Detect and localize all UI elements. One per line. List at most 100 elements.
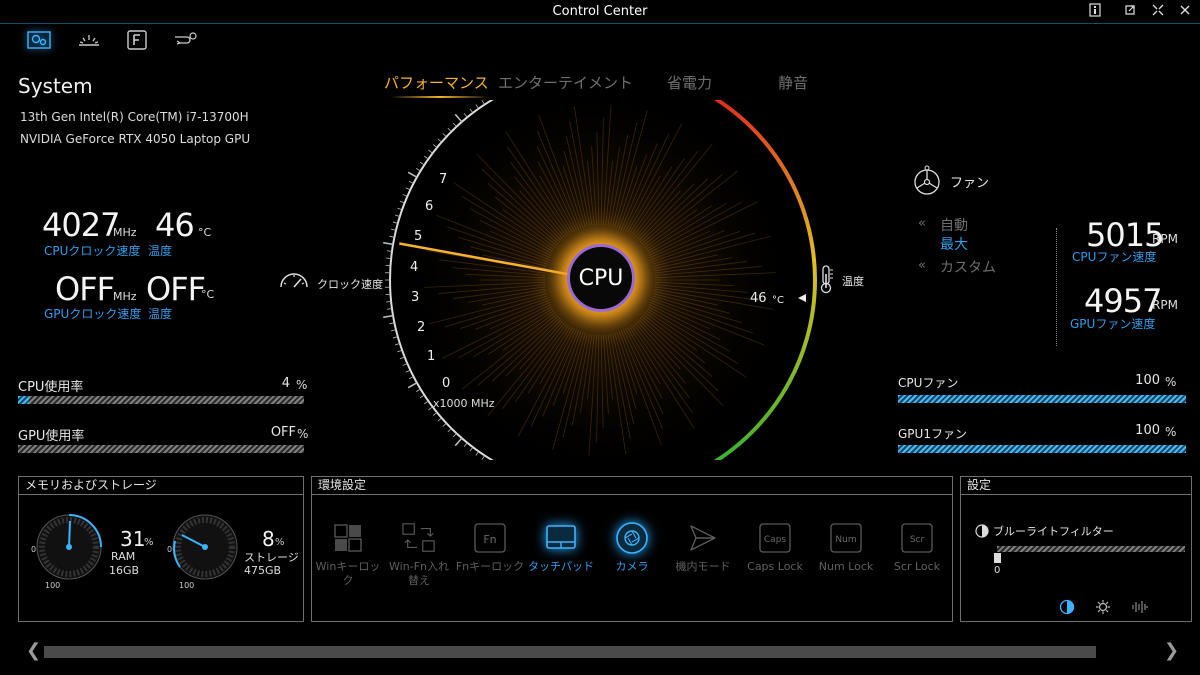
- memory-storage-title: メモリおよびストレージ: [19, 477, 303, 495]
- gpu-clock-label: GPUクロック速度: [44, 307, 142, 321]
- clock-scale-tick: [442, 133, 447, 138]
- clock-scale-tick: [475, 451, 480, 456]
- clock-scale-tick: [383, 241, 394, 246]
- support-tools-icon[interactable]: [172, 28, 198, 52]
- function-key-icon[interactable]: [124, 28, 150, 52]
- tick-label-1: 1: [427, 349, 436, 364]
- info-icon[interactable]: [1086, 3, 1104, 19]
- caps-keycap-text: Caps: [764, 535, 787, 545]
- clock-scale-tick: [481, 100, 485, 105]
- bluelight-filter-icon: [975, 523, 989, 542]
- storage-dial-min: 0: [167, 545, 173, 554]
- clock-scale-tick: [428, 406, 433, 411]
- fan-option-custom[interactable]: カスタム: [940, 257, 996, 277]
- fn-key-icon: Fn: [473, 522, 507, 554]
- win-fn-swap-toggle[interactable]: Win-Fn入れ替え: [384, 522, 454, 588]
- clock-scale-tick: [428, 149, 433, 154]
- cpu-fan-value: 100: [1135, 373, 1160, 388]
- fan-option-max[interactable]: 最大: [940, 234, 968, 254]
- ram-dial-min: 0: [31, 545, 37, 554]
- system-monitor-icon[interactable]: [26, 28, 52, 52]
- clock-scale-tick: [469, 108, 474, 114]
- bluelight-filter-slider[interactable]: [997, 546, 1185, 552]
- cpu-fan-bar: [898, 395, 1186, 403]
- storage-dial: [172, 514, 238, 580]
- clock-scale-tick: [407, 382, 418, 389]
- cpu-usage-label: CPU使用率: [18, 380, 84, 395]
- clock-scale-tick: [437, 417, 442, 422]
- tab-performance[interactable]: パフォーマンス: [384, 72, 489, 93]
- tick-label-7: 7: [439, 172, 448, 187]
- cpu-fan-rpm-label: CPUファン速度: [1072, 250, 1157, 264]
- scroll-lock-toggle[interactable]: Scr Scr Lock: [882, 522, 952, 574]
- scroll-lock-icon: Scr: [900, 522, 934, 554]
- clock-scale-tick: [454, 437, 463, 447]
- clock-scale-tick: [437, 138, 442, 143]
- settings-title: 設定: [961, 477, 1191, 495]
- gpu1-fan-value: 100: [1135, 423, 1160, 438]
- clock-scale-tick: [463, 113, 468, 118]
- title-bar: Control Center: [0, 0, 1200, 24]
- fan-option-auto[interactable]: 自動: [940, 215, 968, 235]
- num-lock-toggle[interactable]: Num Num Lock: [811, 522, 881, 574]
- caps-lock-toggle[interactable]: Caps Caps Lock: [740, 522, 810, 574]
- cpu-fan-rpm-unit: RPM: [1152, 232, 1178, 246]
- clock-scale-tick: [454, 113, 463, 123]
- display-brightness-icon[interactable]: [76, 28, 102, 52]
- bluelight-slider-handle[interactable]: [994, 553, 1001, 563]
- scroll-right-chevron-icon[interactable]: ❯: [1164, 640, 1179, 661]
- windows-key-lock-toggle[interactable]: Winキーロック: [313, 522, 383, 588]
- fan-divider: [1056, 228, 1057, 346]
- gpu-clock-unit: MHz: [113, 290, 137, 303]
- storage-percent-unit: %: [275, 537, 285, 548]
- close-icon[interactable]: [1176, 3, 1194, 19]
- horizontal-scrollbar[interactable]: [44, 646, 1096, 658]
- camera-toggle[interactable]: カメラ: [597, 522, 667, 574]
- brightness-mode-icon[interactable]: [1095, 599, 1111, 619]
- cpu-temp-unit: °C: [198, 226, 212, 239]
- tab-silent[interactable]: 静音: [778, 72, 808, 93]
- clock-scale-tick: [469, 446, 474, 452]
- gpu-temp-label: 温度: [148, 307, 173, 321]
- caps-lock-label: Caps Lock: [747, 560, 803, 573]
- storage-size: 475GB: [244, 564, 282, 577]
- bluelight-filter-value: 0: [994, 565, 1001, 576]
- num-keycap-text: Num: [835, 535, 856, 545]
- storage-percent: 8: [262, 527, 275, 551]
- ram-percent-unit: %: [144, 537, 154, 548]
- bluelight-filter-label: ブルーライトフィルター: [993, 525, 1114, 538]
- cpu-center-label: CPU: [567, 244, 635, 312]
- contrast-mode-icon[interactable]: [1059, 599, 1075, 619]
- touchpad-toggle[interactable]: タッチパッド: [526, 522, 596, 574]
- cpu-clock-unit: MHz: [113, 226, 137, 239]
- gpu-name: NVIDIA GeForce RTX 4050 Laptop GPU: [20, 132, 251, 146]
- airplane-mode-toggle[interactable]: 機内モード: [668, 522, 738, 574]
- audio-wave-icon[interactable]: [1131, 599, 1149, 619]
- airplane-mode-label: 機内モード: [675, 560, 731, 573]
- clock-scale-tick: [475, 104, 480, 109]
- cpu-fan-label: CPUファン: [898, 376, 959, 390]
- cpu-fan-unit: %: [1165, 375, 1177, 389]
- gpu-clock-value: OFF: [55, 270, 115, 308]
- environment-title: 環境設定: [312, 477, 952, 495]
- gpu-fan-rpm-label: GPUファン速度: [1070, 317, 1156, 331]
- gauge-temp-label: 温度: [842, 275, 864, 288]
- clock-scale-tick: [383, 314, 394, 319]
- restore-icon[interactable]: [1121, 3, 1139, 19]
- tab-entertainment[interactable]: エンターテイメント: [498, 72, 633, 93]
- tab-power-saving[interactable]: 省電力: [667, 72, 712, 93]
- clock-scale-tick: [432, 412, 438, 416]
- clock-scale-tick: [442, 422, 447, 427]
- scroll-lock-label: Scr Lock: [893, 560, 941, 573]
- fn-key-lock-toggle[interactable]: Fn Fnキーロック: [455, 522, 525, 574]
- cpu-temp-value: 46: [155, 206, 195, 244]
- tick-label-6: 6: [425, 199, 434, 214]
- caps-lock-icon: Caps: [758, 522, 792, 554]
- clock-scale-tick: [408, 180, 414, 184]
- shrink-icon[interactable]: [1149, 3, 1167, 19]
- clock-scale-tick: [424, 155, 429, 160]
- thermometer-icon: [818, 264, 834, 298]
- clock-scale-tick: [452, 433, 457, 438]
- windows-key-icon: [331, 522, 365, 554]
- scroll-left-chevron-icon[interactable]: ❮: [26, 640, 41, 661]
